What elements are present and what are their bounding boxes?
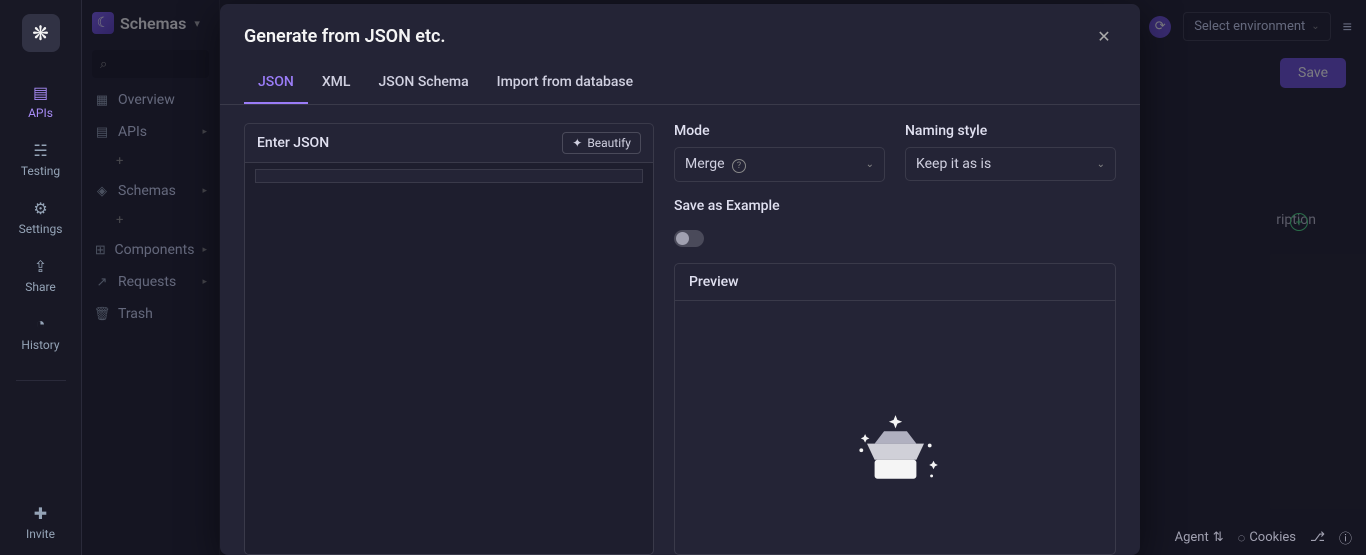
modal-header: Generate from JSON etc. ✕ [220, 4, 1140, 62]
settings-icon: ⚙ [31, 198, 51, 218]
preview-title: Preview [675, 264, 1115, 301]
settings-panel: Mode Merge ? ⌄ Naming style Keep it as i… [674, 123, 1116, 555]
tab-label: JSON Schema [379, 74, 469, 90]
testing-icon: ☵ [31, 140, 51, 160]
naming-label: Naming style [905, 123, 1116, 139]
cookies-button[interactable]: ◌ Cookies [1238, 530, 1296, 546]
tab-label: Import from database [497, 74, 634, 90]
help-icon[interactable]: ? [732, 159, 746, 173]
app-logo[interactable]: ❋ [22, 14, 60, 52]
editor-line [255, 169, 643, 183]
json-panel: Enter JSON ✦ Beautify [244, 123, 654, 555]
apis-icon: ▤ [31, 82, 51, 102]
controls-row: Mode Merge ? ⌄ Naming style Keep it as i… [674, 123, 1116, 182]
tab-json[interactable]: JSON [244, 62, 308, 104]
question-icon: ⓘ [1339, 528, 1352, 547]
cookie-icon: ◌ [1238, 530, 1246, 546]
beautify-label: Beautify [587, 136, 631, 150]
agent-label: Agent [1175, 530, 1209, 545]
bottom-bar: Agent ⇅ ◌ Cookies ⎇ ⓘ [1175, 528, 1352, 547]
mode-select[interactable]: Merge ? ⌄ [674, 147, 885, 182]
help-button[interactable]: ⓘ [1339, 528, 1352, 547]
share-icon: ⇪ [31, 256, 51, 276]
invite-icon: ✚ [31, 503, 51, 523]
chevron-down-icon: ⌄ [1097, 159, 1105, 170]
mode-label: Mode [674, 123, 885, 139]
json-editor[interactable] [245, 163, 653, 554]
rail-label: Invite [26, 527, 55, 541]
json-title: Enter JSON [257, 135, 329, 151]
tab-label: JSON [258, 74, 294, 90]
rail-history[interactable]: ◔ History [0, 314, 82, 352]
cookies-label: Cookies [1249, 530, 1296, 545]
tab-xml[interactable]: XML [308, 62, 365, 104]
tab-import-db[interactable]: Import from database [483, 62, 648, 104]
preview-body [675, 301, 1115, 554]
empty-state-icon [848, 398, 943, 497]
wand-icon: ✦ [572, 136, 582, 150]
json-card-header: Enter JSON ✦ Beautify [245, 124, 653, 163]
json-card: Enter JSON ✦ Beautify [244, 123, 654, 555]
branch-icon: ⎇ [1310, 530, 1325, 545]
tab-json-schema[interactable]: JSON Schema [365, 62, 483, 104]
rail-testing[interactable]: ☵ Testing [0, 140, 82, 178]
rail-apis[interactable]: ▤ APIs [0, 82, 82, 120]
naming-value: Keep it as is [916, 156, 991, 172]
left-rail: ❋ ▤ APIs ☵ Testing ⚙ Settings ⇪ Share ◔ … [0, 0, 82, 555]
rail-settings[interactable]: ⚙ Settings [0, 198, 82, 236]
close-button[interactable]: ✕ [1092, 24, 1116, 48]
chevron-down-icon: ⌄ [866, 159, 874, 170]
beautify-button[interactable]: ✦ Beautify [562, 132, 641, 154]
close-icon: ✕ [1097, 27, 1110, 46]
naming-group: Naming style Keep it as is ⌄ [905, 123, 1116, 182]
mode-group: Mode Merge ? ⌄ [674, 123, 885, 182]
rail-label: Settings [19, 222, 63, 236]
rail-label: Testing [21, 164, 60, 178]
save-example-label: Save as Example [674, 198, 1116, 214]
git-button[interactable]: ⎇ [1310, 530, 1325, 545]
modal-tabs: JSON XML JSON Schema Import from databas… [220, 62, 1140, 105]
mode-value: Merge [685, 156, 725, 172]
rail-share[interactable]: ⇪ Share [0, 256, 82, 294]
rail-invite[interactable]: ✚ Invite [0, 503, 82, 541]
history-icon: ◔ [31, 314, 51, 334]
rail-label: Share [25, 280, 56, 294]
save-example-toggle[interactable] [674, 230, 704, 247]
updown-icon: ⇅ [1213, 530, 1224, 545]
modal-body: Enter JSON ✦ Beautify Mode Me [220, 105, 1140, 555]
rail-label: APIs [28, 106, 53, 120]
rail-divider [16, 380, 66, 381]
preview-card: Preview [674, 263, 1116, 555]
agent-button[interactable]: Agent ⇅ [1175, 530, 1224, 545]
naming-select[interactable]: Keep it as is ⌄ [905, 147, 1116, 181]
generate-modal: Generate from JSON etc. ✕ JSON XML JSON … [220, 4, 1140, 555]
modal-title: Generate from JSON etc. [244, 26, 446, 47]
rail-label: History [21, 338, 59, 352]
tab-label: XML [322, 74, 351, 90]
